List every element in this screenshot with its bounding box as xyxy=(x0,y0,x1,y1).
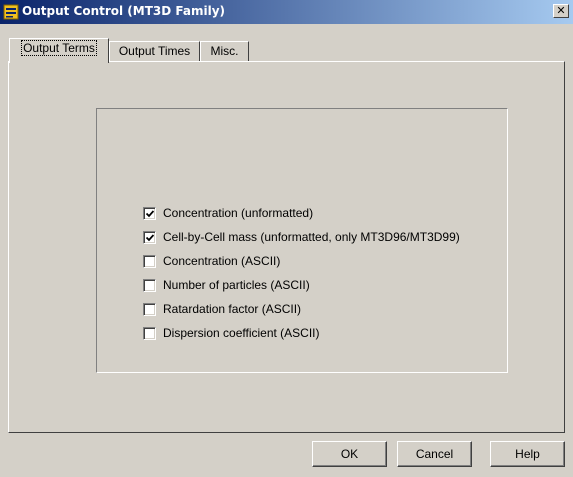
option-label: Dispersion coefficient (ASCII) xyxy=(163,326,320,340)
window-title: Output Control (MT3D Family) xyxy=(22,4,226,18)
option-label: Cell-by-Cell mass (unformatted, only MT3… xyxy=(163,230,460,244)
title-bar: Output Control (MT3D Family) ✕ xyxy=(0,0,573,24)
close-icon: ✕ xyxy=(556,5,566,17)
checkbox[interactable] xyxy=(143,327,156,340)
checkmark-icon xyxy=(146,234,154,242)
close-button[interactable]: ✕ xyxy=(553,4,569,18)
tab-misc[interactable]: Misc. xyxy=(200,41,249,61)
tab-panel: Concentration (unformatted) Cell-by-Cell… xyxy=(8,61,565,433)
cancel-button[interactable]: Cancel xyxy=(397,441,472,467)
help-button[interactable]: Help xyxy=(490,441,565,467)
option-label: Ratardation factor (ASCII) xyxy=(163,302,302,316)
checkmark-icon xyxy=(146,210,154,218)
checkbox[interactable] xyxy=(143,207,156,220)
tab-output-times[interactable]: Output Times xyxy=(109,41,200,61)
ok-button[interactable]: OK xyxy=(312,441,387,467)
checkbox[interactable] xyxy=(143,255,156,268)
form-icon xyxy=(3,4,19,20)
tab-output-terms[interactable]: Output Terms xyxy=(9,38,109,63)
checkbox[interactable] xyxy=(143,231,156,244)
checkbox[interactable] xyxy=(143,303,156,316)
option-label: Concentration (ASCII) xyxy=(163,254,281,268)
tab-label: Output Times xyxy=(118,44,191,58)
tab-label: Output Terms xyxy=(21,40,97,56)
options-group: Concentration (unformatted) Cell-by-Cell… xyxy=(96,108,508,373)
tab-label: Misc. xyxy=(210,44,239,58)
option-label: Number of particles (ASCII) xyxy=(163,278,310,292)
checkbox[interactable] xyxy=(143,279,156,292)
option-label: Concentration (unformatted) xyxy=(163,206,314,220)
